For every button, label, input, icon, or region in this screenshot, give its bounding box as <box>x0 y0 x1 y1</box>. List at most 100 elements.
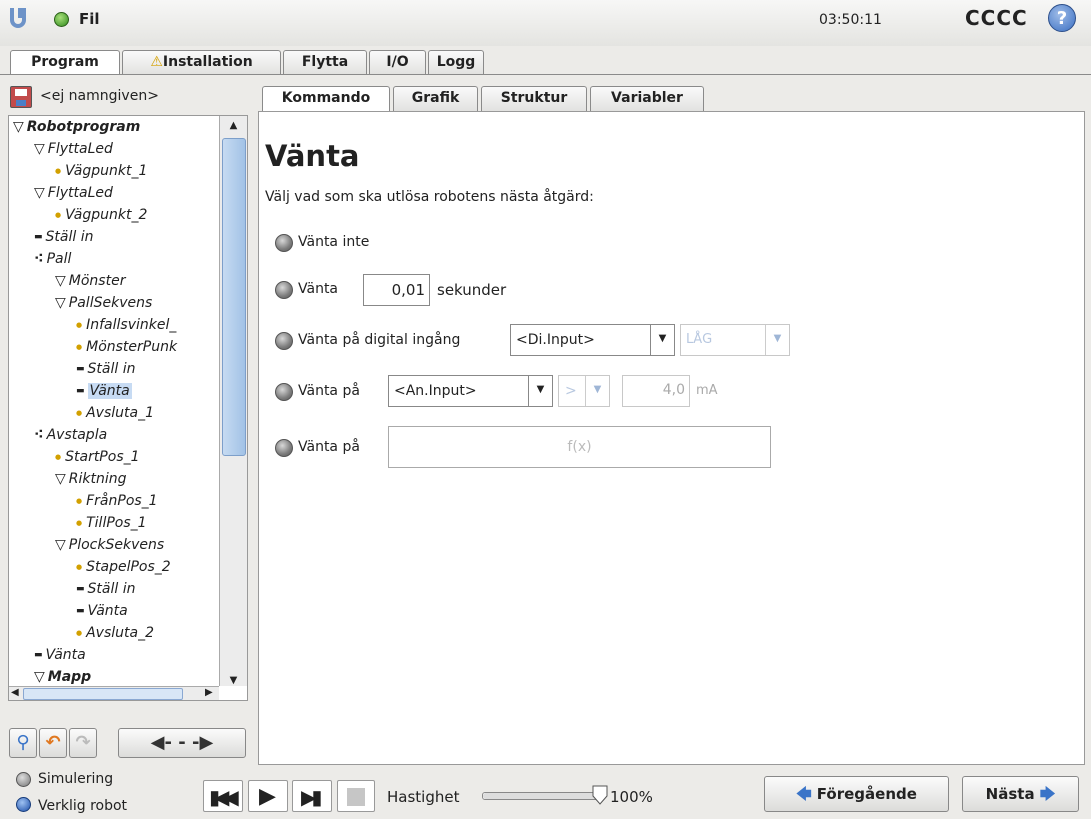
scroll-down-icon[interactable]: ▼ <box>220 671 247 691</box>
tree-row[interactable]: ▬ Vänta <box>76 600 128 622</box>
triangle-down-icon: ▽ <box>55 295 66 311</box>
stop-button[interactable] <box>337 780 375 812</box>
tree-row[interactable]: ▽ Riktning <box>55 468 127 490</box>
tree-row[interactable]: ● Vägpunkt_2 <box>55 204 147 226</box>
search-button[interactable]: ⚲ <box>9 728 37 758</box>
action-icon: ▬ <box>76 364 85 374</box>
tree-row[interactable]: ● Avsluta_2 <box>76 622 154 644</box>
warning-icon: ⚠ <box>150 54 163 70</box>
tab-logg[interactable]: Logg <box>428 50 484 74</box>
tab-grafik[interactable]: Grafik <box>393 86 478 111</box>
tab-variabler[interactable]: Variabler <box>590 86 704 111</box>
tree-row[interactable]: ● StartPos_1 <box>55 446 140 468</box>
speed-value: 100% <box>610 788 653 806</box>
digital-input-select[interactable]: <Di.Input> ▼ <box>510 324 675 356</box>
tree-label: Vänta <box>87 383 132 399</box>
scroll-right-icon[interactable]: ▶ <box>205 687 213 698</box>
tab-kommando[interactable]: Kommando <box>262 86 390 112</box>
expression-input[interactable]: f(x) <box>388 426 771 468</box>
tree-row[interactable]: ● FrånPos_1 <box>76 490 158 512</box>
next-button[interactable]: Nästa 🡆 <box>962 776 1079 812</box>
waypoint-icon: ● <box>55 167 62 175</box>
chevron-down-icon: ▼ <box>765 325 789 355</box>
save-icon[interactable] <box>10 86 32 108</box>
digital-level-value: LÅG <box>686 332 713 347</box>
clock: 03:50:11 <box>819 12 882 28</box>
command-panel: Vänta Välj vad som ska utlösa robotens n… <box>258 111 1085 765</box>
tree-row[interactable]: ● StapelPos_2 <box>76 556 171 578</box>
tree-row[interactable]: ▽ FlyttaLed <box>34 182 113 204</box>
simulation-label[interactable]: Simulering <box>38 771 113 787</box>
redo-button[interactable]: ↷ <box>69 728 97 758</box>
step-button[interactable]: ▶▮ <box>292 780 332 812</box>
arrow-left-icon: 🡄 <box>796 785 812 803</box>
help-icon[interactable]: ? <box>1048 4 1076 32</box>
tree-row[interactable]: ⁖ Pall <box>34 248 71 270</box>
sim-led-icon[interactable] <box>16 772 31 787</box>
tab-io[interactable]: I/O <box>369 50 426 74</box>
skip-back-button[interactable]: ▮◀◀ <box>203 780 243 812</box>
triangle-down-icon: ▽ <box>34 669 45 685</box>
wait-time-input[interactable]: 0,01 <box>363 274 430 306</box>
tree-row[interactable]: ▽ PlockSekvens <box>55 534 164 556</box>
program-tree[interactable]: ▽ Robotprogram ▽ FlyttaLed ● Vägpunkt_1 ▽ Flytt… <box>8 115 248 701</box>
tree-row[interactable]: ▽ Mönster <box>55 270 125 292</box>
tree-label: Mönster <box>68 273 126 289</box>
page-title: Vänta <box>265 139 360 173</box>
radio-no-wait[interactable] <box>275 234 293 252</box>
analog-unit: mA <box>696 383 718 398</box>
chevron-down-icon: ▼ <box>528 376 552 406</box>
radio-digital-input[interactable] <box>275 332 293 350</box>
tab-program[interactable]: Program <box>10 50 120 75</box>
tree-row[interactable]: ● MönsterPunk <box>76 336 177 358</box>
label-wait-time: Vänta <box>298 281 339 297</box>
label-analog-input: Vänta på <box>298 383 360 399</box>
tab-struktur[interactable]: Struktur <box>481 86 587 111</box>
undo-button[interactable]: ↶ <box>39 728 67 758</box>
tree-row[interactable]: ▽ PallSekvens <box>55 292 152 314</box>
tree-row[interactable]: ▽ Mapp <box>34 666 91 688</box>
radio-expression[interactable] <box>275 439 293 457</box>
tree-row[interactable]: ● Vägpunkt_1 <box>55 160 147 182</box>
tree-row[interactable]: ▬ Vänta <box>76 380 132 402</box>
tree-row[interactable]: ▬ Ställ in <box>76 578 135 600</box>
tree-row[interactable]: ● TillPos_1 <box>76 512 147 534</box>
tree-hscrollbar[interactable]: ◀ ▶ <box>9 686 219 700</box>
analog-input-select[interactable]: <An.Input> ▼ <box>388 375 553 407</box>
chevron-down-icon: ▼ <box>585 376 609 406</box>
scroll-left-icon[interactable]: ◀ <box>11 687 19 698</box>
tree-row[interactable]: ● Avsluta_1 <box>76 402 154 424</box>
tree-label: FrånPos_1 <box>86 493 158 509</box>
wait-time-unit: sekunder <box>437 281 507 299</box>
tree-row[interactable]: ⁖ Avstapla <box>34 424 107 446</box>
tree-scrollbar[interactable]: ▲ ▼ <box>219 116 247 686</box>
pallet-icon: ⁖ <box>34 427 44 443</box>
play-button[interactable]: ▶ <box>248 780 288 812</box>
tree-row[interactable]: ▽ FlyttaLed <box>34 138 113 160</box>
radio-wait-time[interactable] <box>275 281 293 299</box>
top-bar: Fil 03:50:11 CCCC ? <box>0 0 1091 46</box>
radio-analog-input[interactable] <box>275 383 293 401</box>
waypoint-icon: ● <box>76 321 83 329</box>
tree-row[interactable]: ▬ Vänta <box>34 644 86 666</box>
scroll-thumb[interactable] <box>222 138 246 456</box>
real-robot-led-icon[interactable] <box>16 797 31 812</box>
tree-row[interactable]: ▬ Ställ in <box>34 226 93 248</box>
file-menu[interactable]: Fil <box>79 10 100 28</box>
tab-installation[interactable]: ⚠Installation <box>122 50 281 74</box>
tree-row[interactable]: ▬ Ställ in <box>76 358 135 380</box>
real-robot-label[interactable]: Verklig robot <box>38 798 127 814</box>
triangle-down-icon: ▽ <box>13 119 24 135</box>
previous-button[interactable]: 🡄 Föregående <box>764 776 949 812</box>
tree-row[interactable]: ● Infallsvinkel_ <box>76 314 176 336</box>
skip-back-icon: ▮◀◀ <box>209 785 239 809</box>
move-button[interactable]: ◀- - -▶ <box>118 728 246 758</box>
speed-slider[interactable] <box>482 792 600 800</box>
speed-slider-thumb[interactable] <box>592 785 608 805</box>
waypoint-icon: ● <box>76 629 83 637</box>
hscroll-thumb[interactable] <box>23 688 183 700</box>
analog-operator-select: > ▼ <box>558 375 610 407</box>
tree-row[interactable]: ▽ Robotprogram <box>13 116 140 138</box>
scroll-up-icon[interactable]: ▲ <box>220 116 247 136</box>
tab-flytta[interactable]: Flytta <box>283 50 367 74</box>
